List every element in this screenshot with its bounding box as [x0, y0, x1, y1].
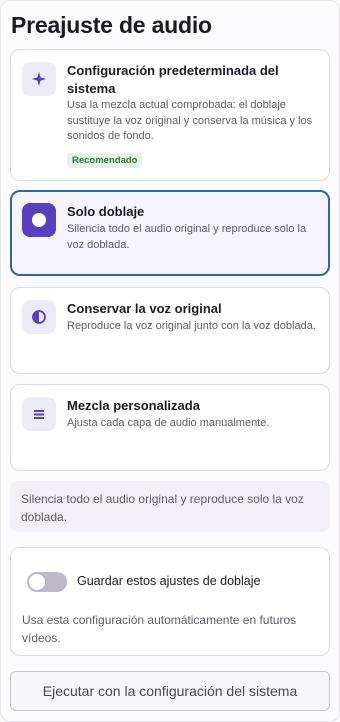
- sparkle-icon: [22, 62, 56, 96]
- option-title: Mezcla personalizada: [67, 398, 200, 413]
- toggle-label: Guardar estos ajustes de doblaje: [77, 574, 261, 588]
- toggle-knob: [29, 574, 45, 590]
- recommended-badge: Recomendado: [67, 153, 143, 168]
- save-description: Usa esta configuración automáticamente e…: [22, 613, 297, 645]
- option-description: Usa la mezcla actual comprobada: el dobl…: [67, 99, 313, 142]
- option-title: Solo doblaje: [67, 204, 145, 219]
- option-custom-mix[interactable]: Mezcla personalizada Ajusta cada capa de…: [10, 384, 330, 471]
- option-title: Configuración predeterminada del sistema: [67, 63, 279, 96]
- page-title: Preajuste de audio: [11, 12, 212, 38]
- option-dub-only[interactable]: Solo doblaje Silencia todo el audio orig…: [10, 190, 330, 276]
- save-settings-card: Guardar estos ajustes de doblaje Usa est…: [10, 547, 330, 656]
- option-description: Ajusta cada capa de audio manualmente.: [67, 417, 270, 429]
- run-with-system-settings-button[interactable]: Ejecutar con la configuración del sistem…: [10, 671, 330, 711]
- option-title: Conservar la voz original: [67, 301, 222, 316]
- menu-lines-icon: [22, 397, 56, 431]
- option-description: Silencia todo el audio original y reprod…: [67, 223, 307, 251]
- option-keep-original-voice[interactable]: Conservar la voz original Reproduce la v…: [10, 287, 330, 374]
- half-circle-icon: [22, 300, 56, 334]
- option-system-default[interactable]: Configuración predeterminada del sistema…: [10, 49, 330, 181]
- save-settings-toggle[interactable]: [27, 572, 67, 592]
- selection-summary: Silencia todo el audio original y reprod…: [10, 481, 330, 532]
- circle-icon: [22, 203, 56, 237]
- option-description: Reproduce la voz original junto con la v…: [67, 320, 316, 332]
